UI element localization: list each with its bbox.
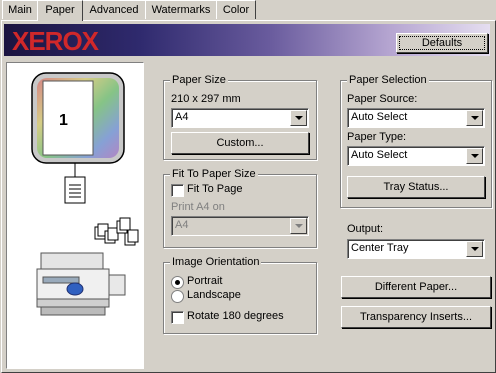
paper-selection-group-label: Paper Selection [347, 74, 429, 86]
tab-color-label: Color [222, 4, 250, 16]
portrait-radio[interactable] [171, 276, 184, 289]
page-preview-icon [31, 72, 125, 164]
paper-type-label: Paper Type: [347, 131, 407, 143]
tab-color[interactable]: Color [216, 0, 256, 19]
rotate-180-checkbox[interactable] [171, 311, 184, 324]
landscape-label: Landscape [187, 289, 241, 301]
paper-type-value: Auto Select [351, 149, 408, 161]
transparency-inserts-button[interactable]: Transparency Inserts... [341, 306, 491, 328]
tray-status-button-label: Tray Status... [383, 181, 449, 193]
custom-button-label: Custom... [216, 137, 264, 149]
paper-stack-icon [94, 217, 139, 246]
fit-to-page-checkbox[interactable] [171, 184, 184, 197]
output-value: Center Tray [351, 242, 409, 254]
fit-to-page-label: Fit To Page [187, 183, 243, 195]
defaults-button-label: Defaults [421, 37, 463, 49]
custom-button[interactable]: Custom... [171, 132, 309, 154]
different-paper-button-label: Different Paper... [374, 281, 458, 293]
different-paper-button[interactable]: Different Paper... [341, 276, 491, 298]
chevron-down-icon[interactable] [466, 110, 483, 126]
fit-to-paper-group-label: Fit To Paper Size [170, 168, 258, 180]
paper-source-value: Auto Select [351, 111, 408, 123]
paper-size-value: A4 [175, 111, 189, 123]
xerox-logo: XEROX [12, 26, 99, 56]
tab-watermarks-label: Watermarks [151, 4, 211, 16]
print-on-value: A4 [175, 219, 189, 231]
paper-type-select[interactable]: Auto Select [347, 146, 485, 166]
tab-paper[interactable]: Paper [37, 0, 83, 21]
chevron-down-icon[interactable] [466, 241, 483, 257]
document-icon [64, 176, 86, 204]
image-orientation-group-label: Image Orientation [170, 256, 262, 268]
tray-status-button[interactable]: Tray Status... [347, 176, 485, 198]
print-on-label: Print A4 on [171, 201, 225, 213]
tab-main-label: Main [8, 4, 32, 16]
defaults-button[interactable]: Defaults [396, 33, 488, 53]
transparency-inserts-button-label: Transparency Inserts... [359, 311, 473, 323]
tab-advanced-label: Advanced [89, 4, 139, 16]
chevron-down-icon [290, 218, 307, 234]
preview-graphic: 1 [31, 72, 139, 316]
rotate-180-label: Rotate 180 degrees [187, 310, 284, 322]
tab-paper-label: Paper [45, 4, 75, 16]
tab-main[interactable]: Main [2, 0, 38, 19]
chevron-down-icon[interactable] [466, 148, 483, 164]
landscape-radio[interactable] [171, 290, 184, 303]
paper-size-dimensions: 210 x 297 mm [171, 93, 241, 105]
paper-source-label: Paper Source: [347, 93, 418, 105]
paper-size-select[interactable]: A4 [171, 108, 309, 128]
output-select[interactable]: Center Tray [347, 239, 485, 259]
paper-source-select[interactable]: Auto Select [347, 108, 485, 128]
print-on-select: A4 [171, 216, 309, 236]
printer-icon [36, 252, 126, 316]
page-number: 1 [59, 112, 68, 129]
output-label: Output: [347, 223, 384, 235]
paper-size-group-label: Paper Size [170, 74, 228, 86]
portrait-label: Portrait [187, 275, 223, 287]
preview-pane: 1 [6, 62, 144, 369]
tab-advanced[interactable]: Advanced [82, 0, 146, 19]
chevron-down-icon[interactable] [290, 110, 307, 126]
tab-watermarks[interactable]: Watermarks [145, 0, 217, 19]
